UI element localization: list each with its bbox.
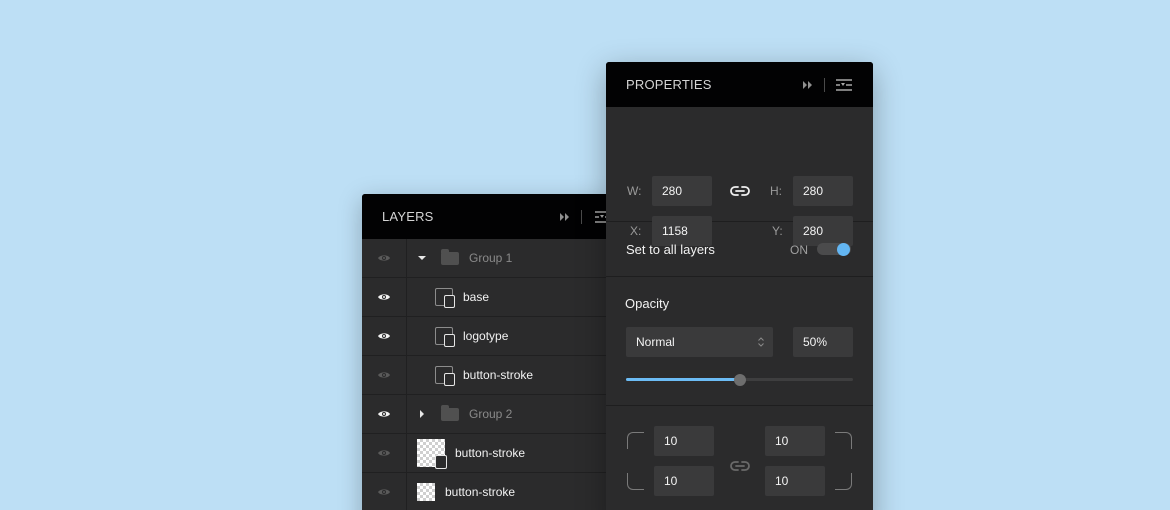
opacity-slider-handle[interactable] [733, 373, 746, 386]
header-divider [581, 209, 582, 224]
height-input[interactable]: 280 [793, 176, 853, 206]
h-label: H: [770, 184, 782, 198]
corner-bottom-left-input[interactable]: 10 [654, 466, 714, 496]
opacity-label: Opacity [625, 296, 670, 311]
visibility-toggle[interactable] [362, 434, 407, 472]
corner-radius-section: 10 10 10 10 [606, 406, 873, 510]
properties-header-icons [802, 77, 853, 92]
opacity-slider[interactable] [626, 373, 853, 386]
toggle-state-text: ON [790, 243, 808, 257]
eye-icon [378, 411, 390, 417]
visibility-toggle[interactable] [362, 278, 407, 316]
layer-name: Group 1 [469, 251, 513, 265]
layer-group-row[interactable]: Group 1 [362, 239, 612, 278]
layer-name: Group 2 [469, 407, 513, 421]
image-thumbnail [417, 483, 435, 501]
eye-hidden-icon [378, 372, 390, 378]
layer-row[interactable]: button-stroke [362, 473, 612, 510]
caret-right-icon[interactable] [417, 409, 427, 419]
layer-name: logotype [463, 329, 509, 343]
layer-row[interactable]: button-stroke [362, 356, 612, 395]
select-arrows-icon [758, 337, 764, 347]
opacity-slider-fill [626, 378, 740, 381]
layer-list: Group 1 base logotype button-stroke Group 2 b… [362, 239, 612, 510]
collapse-panel-icon[interactable] [802, 80, 814, 90]
layer-badge-icon [444, 373, 455, 386]
visibility-toggle[interactable] [362, 317, 407, 355]
layer-row-content: Group 2 [407, 395, 512, 433]
corner-bottom-right-icon [835, 473, 852, 490]
layer-row-content: button-stroke [407, 434, 525, 472]
layer-badge-icon [444, 334, 455, 347]
layers-header: LAYERS [362, 194, 612, 239]
header-divider [824, 77, 825, 92]
blend-mode-value: Normal [636, 335, 675, 349]
corner-top-right-icon [835, 432, 852, 449]
shape-layer-icon [435, 366, 455, 386]
opacity-input[interactable]: 50% [793, 327, 853, 357]
link-proportions-icon[interactable] [730, 184, 750, 198]
file-badge-icon [435, 455, 447, 469]
layers-header-icons [559, 209, 612, 224]
set-all-section: Set to all layers ON [606, 222, 873, 277]
layer-name: base [463, 290, 490, 304]
width-input[interactable]: 280 [652, 176, 712, 206]
layer-row-content: Group 1 [407, 239, 512, 277]
folder-icon [441, 404, 459, 421]
layer-row-content: button-stroke [407, 356, 533, 394]
set-all-toggle[interactable] [817, 242, 851, 256]
layer-name: button-stroke [445, 485, 516, 499]
opacity-section: Opacity Normal 50% [606, 277, 873, 406]
visibility-toggle[interactable] [362, 356, 407, 394]
layer-group-row[interactable]: Group 2 [362, 395, 612, 434]
layer-row[interactable]: base [362, 278, 612, 317]
layer-row[interactable]: logotype [362, 317, 612, 356]
visibility-toggle[interactable] [362, 473, 407, 510]
layer-row-content: base [407, 278, 489, 316]
layer-badge-icon [444, 295, 455, 308]
corner-top-right-input[interactable]: 10 [765, 426, 825, 456]
layer-row[interactable]: button-stroke [362, 434, 612, 473]
caret-down-icon[interactable] [417, 253, 427, 263]
link-corners-icon[interactable] [730, 459, 750, 473]
layer-row-content: button-stroke [407, 473, 515, 510]
file-layer-icon [435, 327, 455, 347]
set-all-label: Set to all layers [626, 242, 715, 257]
w-label: W: [627, 184, 642, 198]
visibility-toggle[interactable] [362, 395, 407, 433]
folder-icon [441, 248, 459, 265]
collapse-panel-icon[interactable] [559, 212, 571, 222]
layer-row-content: logotype [407, 317, 508, 355]
eye-hidden-icon [378, 450, 390, 456]
eye-icon [378, 294, 390, 300]
panel-menu-icon[interactable] [835, 78, 853, 92]
corner-top-left-input[interactable]: 10 [654, 426, 714, 456]
toggle-knob [837, 242, 850, 256]
layer-name: button-stroke [463, 368, 534, 382]
layer-name: button-stroke [455, 446, 526, 460]
image-thumbnail [417, 439, 447, 469]
blend-mode-select[interactable]: Normal [626, 327, 773, 357]
properties-title: PROPERTIES [626, 77, 712, 92]
visibility-toggle[interactable] [362, 239, 407, 277]
corner-top-left-icon [627, 432, 644, 449]
layers-title: LAYERS [382, 209, 434, 224]
properties-header: PROPERTIES [606, 62, 873, 107]
properties-panel: PROPERTIES W: 280 H: 280 X: 1158 Y: 280 … [606, 62, 873, 510]
eye-hidden-icon [378, 489, 390, 495]
eye-icon [378, 333, 390, 339]
corner-bottom-right-input[interactable]: 10 [765, 466, 825, 496]
size-position-section: W: 280 H: 280 X: 1158 Y: 280 [606, 107, 873, 246]
link-layer-icon [435, 288, 455, 308]
corner-bottom-left-icon [627, 473, 644, 490]
eye-hidden-icon [378, 255, 390, 261]
layers-panel: LAYERS Group 1 base logotype button-stroke G… [362, 194, 612, 510]
